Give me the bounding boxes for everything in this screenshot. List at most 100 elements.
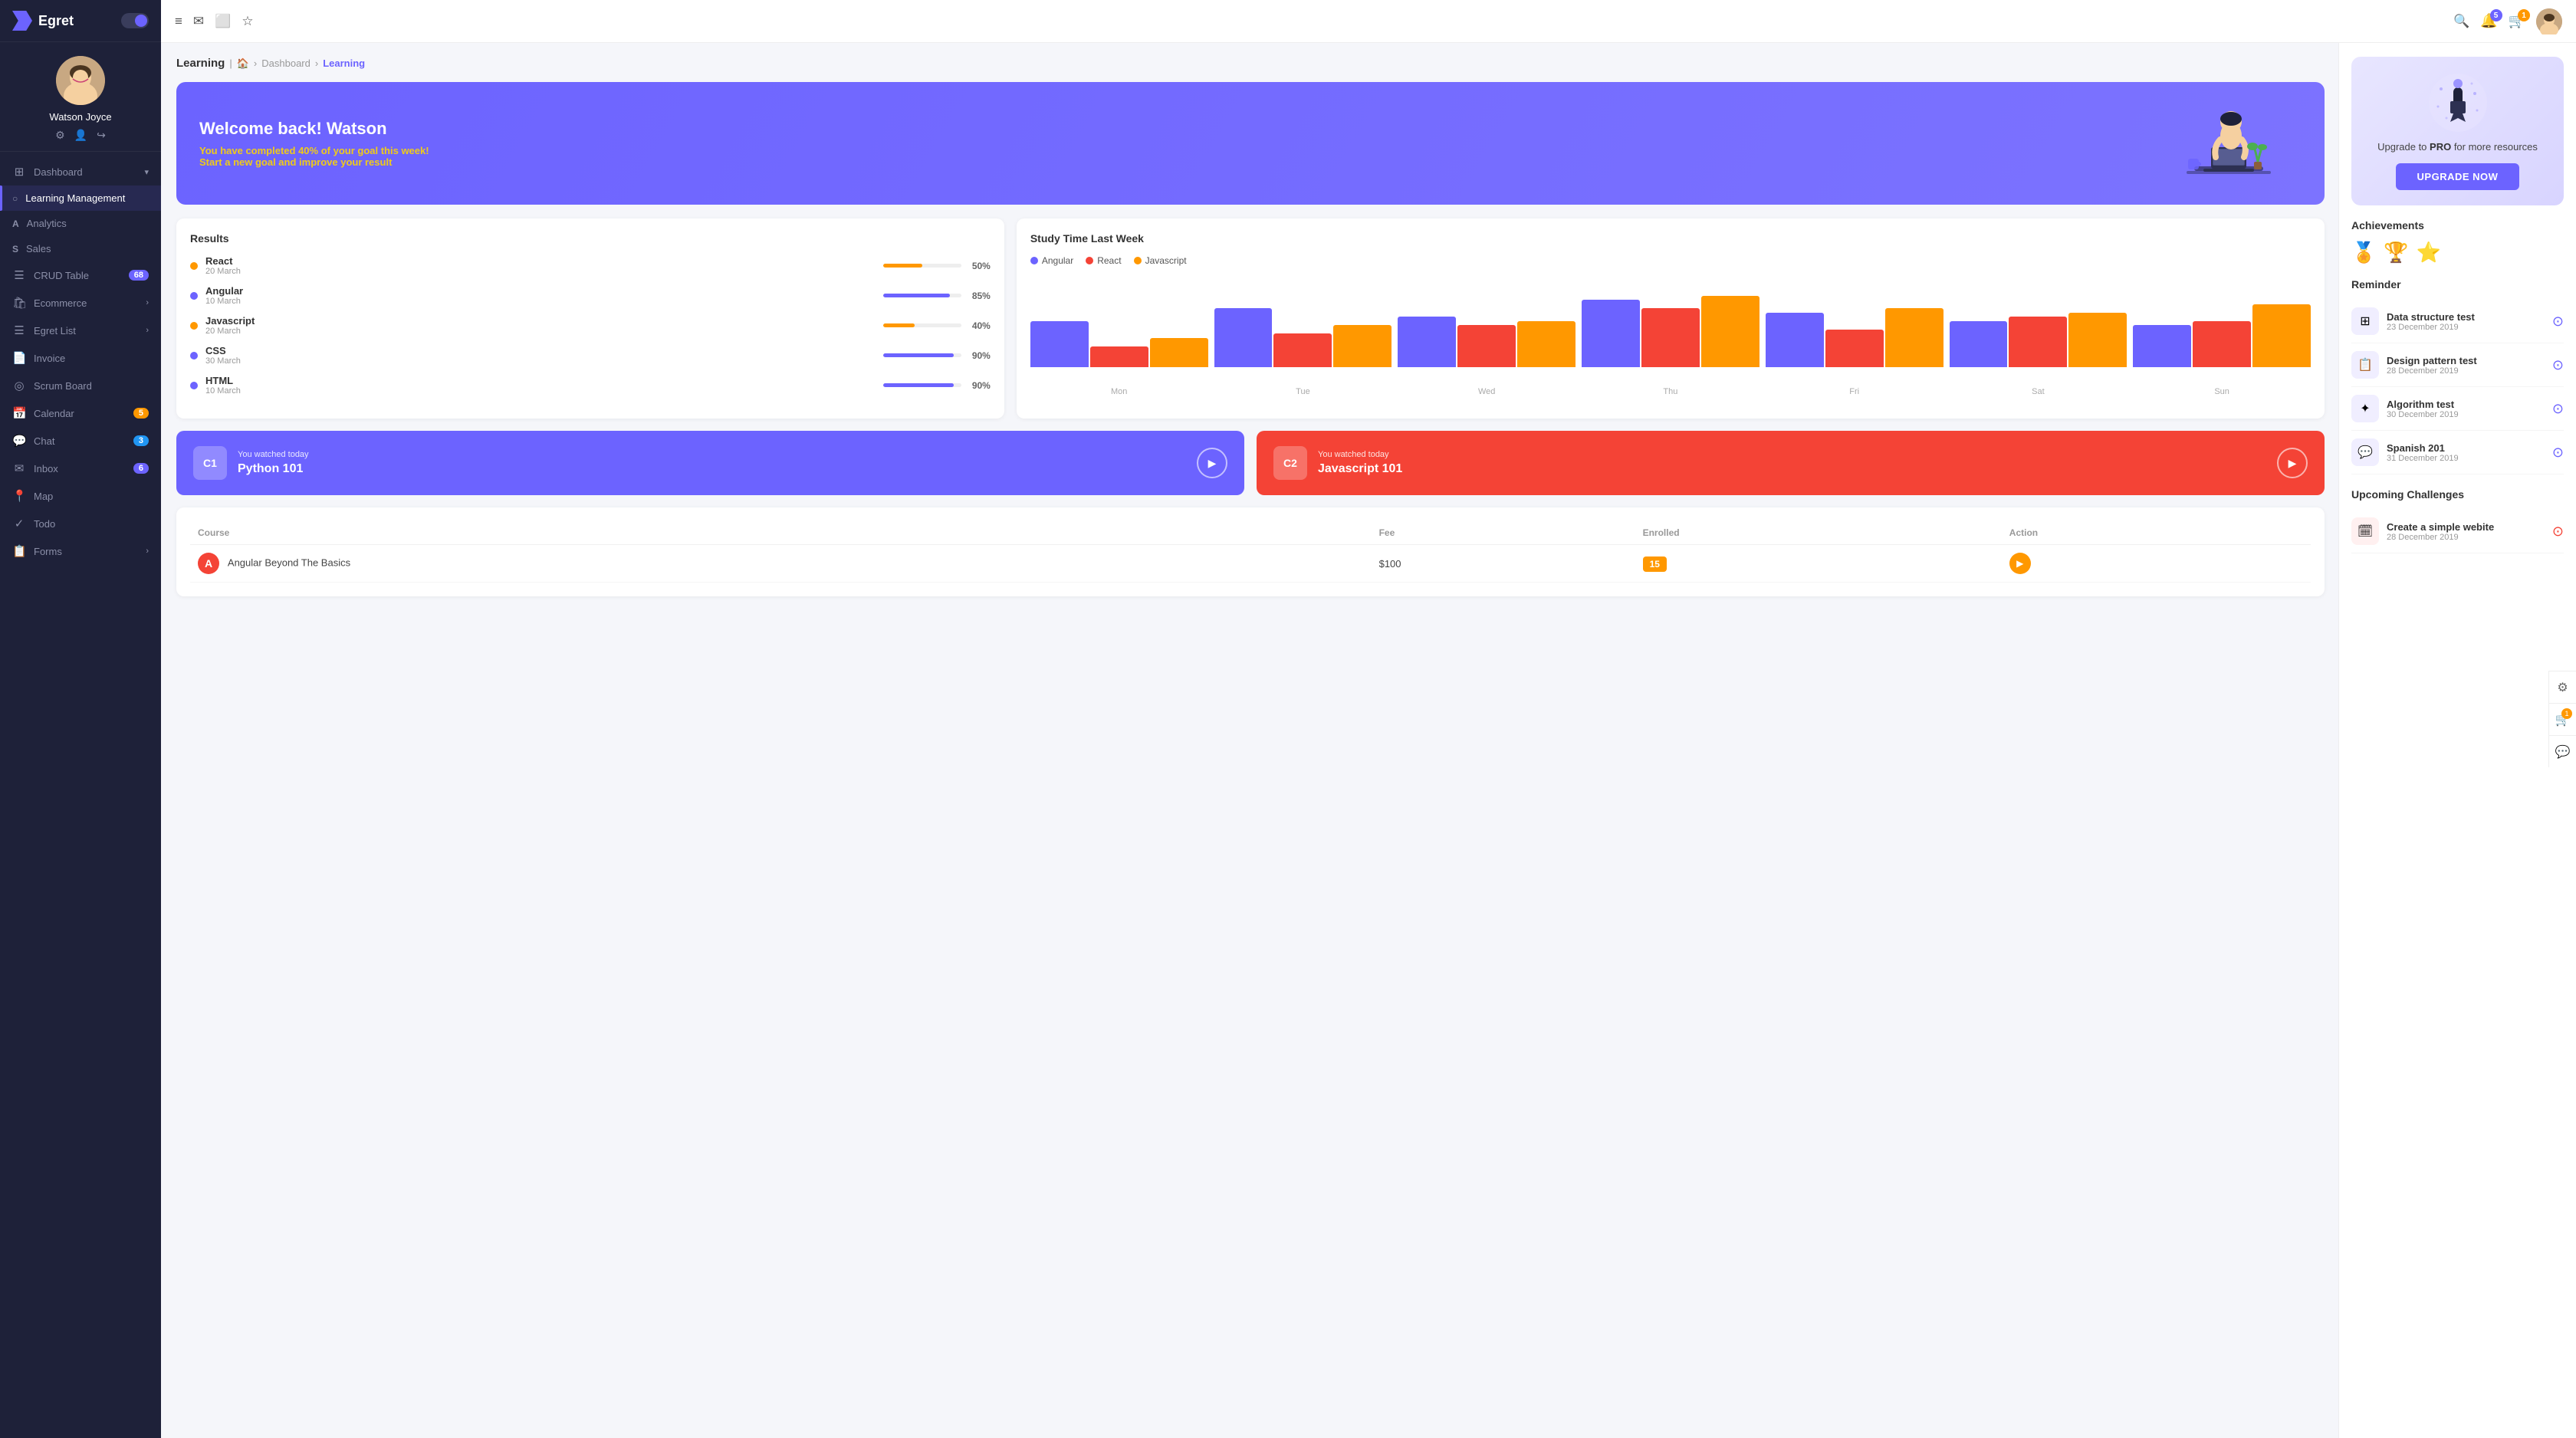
chat-icon: 💬 <box>2555 744 2571 760</box>
sidebar-item-sales[interactable]: S Sales <box>0 236 161 261</box>
results-card: Results React 20 March 50% Angular 10 Ma… <box>176 218 1004 419</box>
result-name: CSS <box>205 345 876 356</box>
sidebar-item-analytics[interactable]: A Analytics <box>0 211 161 236</box>
logout-icon[interactable]: ↪ <box>97 129 106 142</box>
sidebar-item-calendar[interactable]: 📅 Calendar 5 <box>0 399 161 427</box>
reminder-play-button[interactable]: ⊙ <box>2552 445 2564 461</box>
result-name: React <box>205 255 876 267</box>
challenge-info: Create a simple webite 28 December 2019 <box>2387 521 2545 542</box>
edge-settings-button[interactable]: ⚙ <box>2548 671 2576 703</box>
achievements-title: Achievements <box>2351 219 2564 231</box>
sidebar-item-label: Scrum Board <box>34 380 92 392</box>
legend-dot <box>1086 257 1093 264</box>
bar-javascript <box>1885 308 1944 367</box>
edge-cart-button[interactable]: 🛒 1 <box>2548 703 2576 735</box>
settings-icon[interactable]: ⚙ <box>55 129 65 142</box>
bar-label: Sun <box>2133 387 2311 396</box>
learning-icon: ○ <box>12 193 18 204</box>
bar-javascript <box>2252 304 2311 368</box>
bar-react <box>1090 346 1148 368</box>
achievement-star: ⭐ <box>2417 241 2441 264</box>
sidebar-item-label: Learning Management <box>25 192 125 204</box>
sidebar-item-chat[interactable]: 💬 Chat 3 <box>0 427 161 455</box>
reminder-info: Design pattern test 28 December 2019 <box>2387 355 2545 376</box>
scrum-icon: ◎ <box>12 379 26 392</box>
bookmark-icon[interactable]: ☆ <box>242 14 253 29</box>
reminder-date: 31 December 2019 <box>2387 454 2545 463</box>
breadcrumb-current: Learning <box>323 57 365 69</box>
edge-chat-button[interactable]: 💬 <box>2548 735 2576 767</box>
welcome-sub2: Start a new goal and improve your result <box>199 156 392 168</box>
result-dot <box>190 322 198 330</box>
sidebar: Egret Watson Joyce ⚙ 👤 ↪ <box>0 0 161 1438</box>
achievement-medal: 🏅 <box>2351 241 2376 264</box>
sidebar-header: Egret <box>0 0 161 42</box>
avatar <box>56 56 105 105</box>
reminder-date: 28 December 2019 <box>2387 366 2545 376</box>
reminder-play-button[interactable]: ⊙ <box>2552 401 2564 417</box>
bar-label: Mon <box>1030 387 1208 396</box>
legend-item: React <box>1086 255 1121 266</box>
bar-label: Sat <box>1950 387 2128 396</box>
main-content: Learning | 🏠 › Dashboard › Learning Welc… <box>161 43 2338 1438</box>
enrolled-badge: 15 <box>1643 556 1667 572</box>
reminder-section: Reminder ⊞ Data structure test 23 Decemb… <box>2351 278 2564 474</box>
forms-icon: 📋 <box>12 544 26 558</box>
sidebar-nav: ⊞ Dashboard ▾ ○ Learning Management A An… <box>0 152 161 1438</box>
sidebar-logo[interactable]: Egret <box>12 11 74 31</box>
home-icon[interactable]: 🏠 <box>237 57 249 70</box>
welcome-illustration <box>2171 90 2279 197</box>
sidebar-item-learning[interactable]: ○ Learning Management <box>0 185 161 211</box>
layout-icon[interactable]: ⬜ <box>215 14 231 29</box>
menu-icon[interactable]: ≡ <box>175 14 182 29</box>
chevron-icon: ▾ <box>144 167 149 177</box>
challenge-play-button[interactable]: ⊙ <box>2552 524 2564 540</box>
sidebar-item-egret-list[interactable]: ☰ Egret List › <box>0 317 161 344</box>
result-name: Javascript <box>205 315 876 327</box>
search-icon[interactable]: 🔍 <box>2453 14 2469 29</box>
bar-group <box>1582 275 1760 367</box>
play-button-c1[interactable]: ▶ <box>1197 448 1227 478</box>
col-enrolled: Enrolled <box>1635 521 2002 545</box>
sidebar-item-map[interactable]: 📍 Map <box>0 482 161 510</box>
play-button-c2[interactable]: ▶ <box>2277 448 2308 478</box>
cart-button[interactable]: 🛒 1 <box>2509 13 2525 29</box>
welcome-highlight: 40% <box>298 145 318 156</box>
sidebar-item-scrum[interactable]: ◎ Scrum Board <box>0 372 161 399</box>
course-code-c2: C2 <box>1273 446 1307 480</box>
sidebar-item-todo[interactable]: ✓ Todo <box>0 510 161 537</box>
result-bar-container: 50% <box>883 261 991 271</box>
notifications-button[interactable]: 🔔 5 <box>2480 13 2497 29</box>
topbar-avatar[interactable] <box>2536 8 2562 34</box>
result-item: CSS 30 March 90% <box>190 345 991 366</box>
course-name: Angular Beyond The Basics <box>228 556 350 568</box>
sidebar-item-crud[interactable]: ☰ CRUD Table 68 <box>0 261 161 289</box>
breadcrumb-dashboard[interactable]: Dashboard <box>261 57 310 69</box>
breadcrumb-separator: | <box>229 57 232 69</box>
profile-actions: ⚙ 👤 ↪ <box>55 129 106 142</box>
reminder-name: Spanish 201 <box>2387 442 2545 454</box>
upgrade-button[interactable]: UPGRADE NOW <box>2396 163 2520 190</box>
reminder-play-button[interactable]: ⊙ <box>2552 357 2564 373</box>
sidebar-item-ecommerce[interactable]: 🛍 Ecommerce › <box>0 289 161 317</box>
reminder-play-button[interactable]: ⊙ <box>2552 314 2564 330</box>
sidebar-item-forms[interactable]: 📋 Forms › <box>0 537 161 565</box>
avatar-image <box>56 56 105 105</box>
bar-group <box>1214 275 1392 367</box>
calendar-badge: 5 <box>133 408 149 419</box>
legend-label: React <box>1097 255 1121 266</box>
inbox-badge: 6 <box>133 463 149 474</box>
legend-dot <box>1030 257 1038 264</box>
sidebar-item-invoice[interactable]: 📄 Invoice <box>0 344 161 372</box>
result-info: Angular 10 March <box>205 285 876 306</box>
user-icon[interactable]: 👤 <box>74 129 87 142</box>
reminder-info: Algorithm test 30 December 2019 <box>2387 399 2545 419</box>
action-play-button[interactable]: ▶ <box>2009 553 2031 574</box>
person-illustration <box>2171 90 2279 197</box>
legend-item: Javascript <box>1134 255 1187 266</box>
sidebar-toggle[interactable] <box>121 13 149 28</box>
profile-name: Watson Joyce <box>49 111 111 123</box>
mail-icon[interactable]: ✉ <box>193 14 204 29</box>
sidebar-item-dashboard[interactable]: ⊞ Dashboard ▾ <box>0 158 161 185</box>
sidebar-item-inbox[interactable]: ✉ Inbox 6 <box>0 455 161 482</box>
